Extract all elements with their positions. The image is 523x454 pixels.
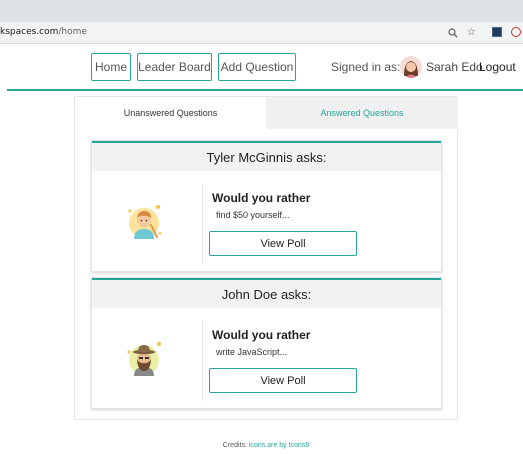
- tab-unanswered[interactable]: Unanswered Questions: [75, 97, 266, 129]
- top-nav: Home Leader Board Add Question Signed in…: [0, 44, 523, 90]
- card-divider: [202, 184, 203, 264]
- nav-leaderboard-button[interactable]: Leader Board: [137, 53, 212, 81]
- browser-tab-strip: [0, 0, 523, 22]
- profile-icon[interactable]: [511, 27, 521, 37]
- signed-in-label: Signed in as:: [331, 60, 401, 74]
- user-avatar: [400, 56, 422, 78]
- question-author-heading: John Doe asks:: [92, 278, 441, 308]
- address-bar[interactable]: kspaces.com/home ☆: [0, 22, 523, 44]
- question-title: Would you rather: [212, 191, 311, 205]
- boy-avatar-icon: [124, 201, 166, 243]
- view-poll-button[interactable]: View Poll: [209, 368, 357, 393]
- questions-panel: Unanswered Questions Answered Questions …: [74, 96, 458, 420]
- url-domain: kspaces.com: [0, 27, 59, 37]
- url-text[interactable]: kspaces.com/home: [0, 27, 87, 37]
- star-icon[interactable]: ☆: [465, 26, 478, 39]
- question-card: John Doe asks: Would you rather write Ja…: [91, 277, 442, 409]
- logout-link[interactable]: Logout: [479, 60, 516, 74]
- url-path: /home: [58, 27, 87, 37]
- question-card: Tyler McGinnis asks: Would you rather fi…: [91, 140, 442, 272]
- credits-prefix: Credits:: [222, 442, 247, 449]
- tab-answered[interactable]: Answered Questions: [266, 97, 458, 129]
- question-teaser: find $50 yourself...: [216, 210, 290, 220]
- question-teaser: write JavaScript...: [216, 347, 288, 357]
- bearded-man-avatar-icon: [124, 338, 166, 380]
- icons8-credit-link[interactable]: icons are by Icons8: [249, 442, 309, 449]
- card-divider: [202, 321, 203, 401]
- nav-divider: [7, 89, 523, 91]
- view-poll-button[interactable]: View Poll: [209, 231, 357, 256]
- nav-add-question-button[interactable]: Add Question: [218, 53, 296, 81]
- extension-icon[interactable]: [492, 27, 502, 37]
- nav-home-button[interactable]: Home: [91, 53, 131, 81]
- question-title: Would you rather: [212, 328, 311, 342]
- user-name: Sarah Edo: [426, 60, 483, 74]
- credits-footer: Credits: icons are by Icons8: [0, 442, 523, 449]
- search-icon[interactable]: [446, 26, 459, 39]
- question-author-heading: Tyler McGinnis asks:: [92, 141, 441, 171]
